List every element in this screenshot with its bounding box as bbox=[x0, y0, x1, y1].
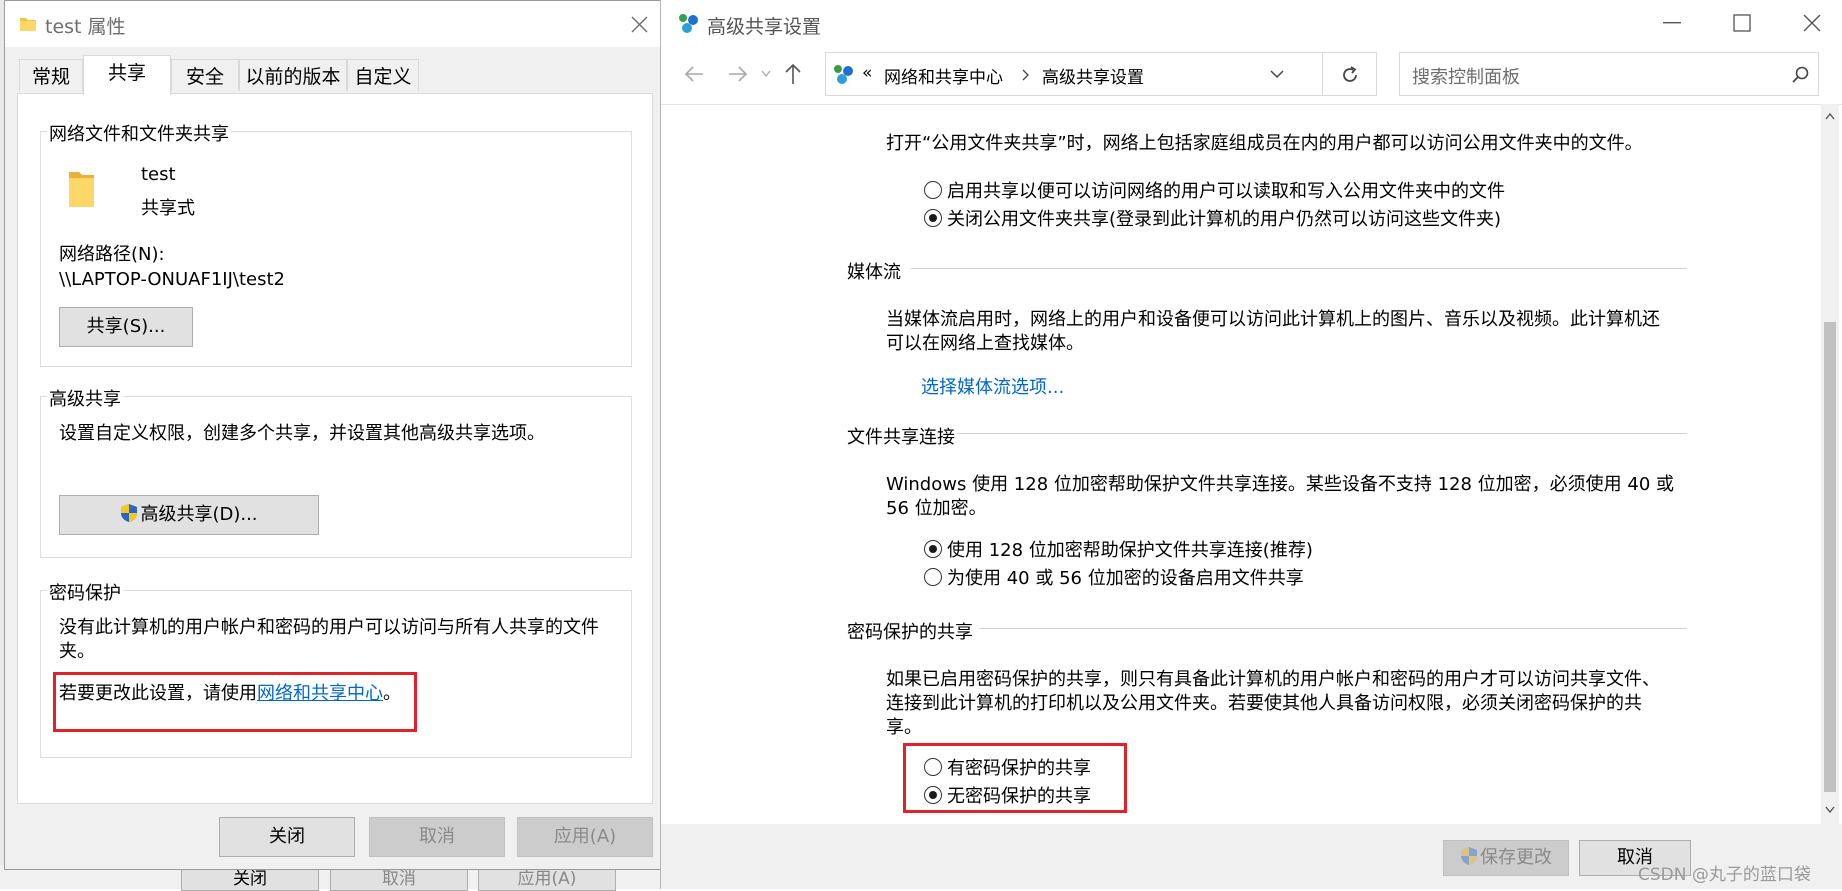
breadcrumb-overflow[interactable]: « bbox=[862, 63, 872, 83]
tab-security[interactable]: 安全 bbox=[171, 59, 239, 91]
apply-button: 应用(A) bbox=[517, 817, 653, 857]
password-sharing-heading: 密码保护的共享 bbox=[847, 622, 973, 643]
advanced-sharing-button[interactable]: 高级共享(D)... bbox=[59, 495, 319, 535]
group-title: 网络文件和文件夹共享 bbox=[47, 120, 231, 146]
tab-general[interactable]: 常规 bbox=[19, 59, 83, 91]
breadcrumb-separator-icon bbox=[1022, 69, 1029, 81]
close-button[interactable]: 关闭 bbox=[219, 817, 355, 857]
scroll-up-icon[interactable] bbox=[1825, 112, 1835, 120]
media-desc-line2: 可以在网络上查找媒体。 bbox=[886, 333, 1084, 354]
file-sharing-desc-line1: Windows 使用 128 位加密帮助保护文件共享连接。某些设备不支持 128… bbox=[886, 474, 1675, 495]
section-divider bbox=[911, 268, 1687, 269]
advanced-sharing-group: 高级共享 设置自定义权限，创建多个共享，并设置其他高级共享选项。 高级共享(D)… bbox=[40, 385, 632, 558]
file-sharing-heading: 文件共享连接 bbox=[847, 427, 955, 448]
file-sharing-desc-line2: 56 位加密。 bbox=[886, 498, 987, 519]
tab-customize[interactable]: 自定义 bbox=[347, 59, 419, 91]
password-desc-line1: 没有此计算机的用户帐户和密码的用户可以访问与所有人共享的文件 bbox=[59, 617, 599, 638]
watermark: CSDN @丸子的蓝口袋 bbox=[1638, 865, 1811, 885]
encryption-128-radio[interactable] bbox=[924, 540, 942, 558]
network-path-value: \\LAPTOP-ONUAF1IJ\test2 bbox=[59, 269, 285, 290]
section-divider bbox=[957, 433, 1687, 434]
password-sharing-desc-line1: 如果已启用密码保护的共享，则只有具备此计算机的用户帐户和密码的用户才可以访问共享… bbox=[886, 669, 1660, 690]
public-sharing-on-radio[interactable] bbox=[924, 181, 942, 199]
network-sharing-group: 网络文件和文件夹共享 test 共享式 网络路径(N): \\LAPTOP-ON… bbox=[40, 120, 632, 367]
tab-previous-versions[interactable]: 以前的版本 bbox=[239, 59, 347, 91]
group-title: 高级共享 bbox=[47, 385, 123, 411]
dialog-title: test 属性 bbox=[45, 16, 126, 38]
encryption-40-56-radio[interactable] bbox=[924, 568, 942, 586]
encryption-40-56-label[interactable]: 为使用 40 或 56 位加密的设备启用文件共享 bbox=[947, 564, 1304, 590]
forward-arrow-icon[interactable] bbox=[727, 64, 749, 84]
back-arrow-icon[interactable] bbox=[683, 64, 705, 84]
advanced-sharing-window: 高级共享设置 « 网络和共享中心 高级共享设置 搜索控制面板 打开“公用文件夹共… bbox=[660, 0, 1842, 889]
vertical-scrollbar[interactable] bbox=[1821, 104, 1839, 824]
advanced-sharing-desc: 设置自定义权限，创建多个共享，并设置其他高级共享选项。 bbox=[59, 423, 545, 444]
refresh-icon bbox=[1343, 66, 1357, 82]
breadcrumb-network-center[interactable]: 网络和共享中心 bbox=[884, 63, 1003, 88]
close-icon[interactable] bbox=[631, 16, 648, 33]
folder-icon bbox=[20, 18, 36, 31]
search-icon bbox=[1792, 66, 1809, 83]
address-dropdown-icon[interactable] bbox=[1270, 70, 1284, 79]
tab-sharing[interactable]: 共享 bbox=[83, 55, 171, 95]
refresh-button[interactable] bbox=[1323, 52, 1377, 96]
share-button[interactable]: 共享(S)... bbox=[59, 307, 193, 347]
properties-dialog: test 属性 常规 共享 安全 以前的版本 自定义 网络文件和文件夹共享 te… bbox=[4, 0, 664, 870]
address-bar[interactable]: « 网络和共享中心 高级共享设置 bbox=[825, 52, 1323, 96]
password-desc-line2: 夹。 bbox=[59, 641, 95, 662]
save-changes-button: 保存更改 bbox=[1443, 840, 1569, 876]
encryption-128-label[interactable]: 使用 128 位加密帮助保护文件共享连接(推荐) bbox=[947, 536, 1313, 562]
settings-content: 打开“公用文件夹共享”时，网络上包括家庭组成员在内的用户都可以访问公用文件夹中的… bbox=[661, 105, 1821, 824]
window-title: 高级共享设置 bbox=[707, 16, 822, 38]
media-streaming-heading: 媒体流 bbox=[847, 262, 901, 283]
recent-pages-chevron-icon[interactable] bbox=[761, 70, 771, 78]
media-desc-line1: 当媒体流启用时，网络上的用户和设备便可以访问此计算机上的图片、音乐以及视频。此计… bbox=[886, 309, 1660, 330]
advanced-sharing-label: 高级共享(D)... bbox=[140, 504, 258, 525]
folder-icon bbox=[69, 172, 94, 207]
password-sharing-desc-line2: 连接到此计算机的打印机以及公用文件夹。若要使其他人具备访问权限，必须关闭密码保护… bbox=[886, 693, 1642, 714]
public-sharing-off-radio[interactable] bbox=[924, 209, 942, 227]
highlight-box bbox=[903, 743, 1127, 813]
breadcrumb-advanced-sharing[interactable]: 高级共享设置 bbox=[1042, 63, 1144, 88]
group-title: 密码保护 bbox=[47, 579, 123, 605]
public-sharing-on-label[interactable]: 启用共享以便可以访问网络的用户可以读取和写入公用文件夹中的文件 bbox=[947, 177, 1505, 203]
save-changes-label: 保存更改 bbox=[1480, 847, 1552, 868]
sharing-tab-panel: 网络文件和文件夹共享 test 共享式 网络路径(N): \\LAPTOP-ON… bbox=[17, 93, 653, 804]
public-folder-desc: 打开“公用文件夹共享”时，网络上包括家庭组成员在内的用户都可以访问公用文件夹中的… bbox=[886, 133, 1643, 154]
highlight-box bbox=[53, 672, 417, 732]
dialog-titlebar: test 属性 bbox=[5, 1, 663, 47]
network-path-label: 网络路径(N): bbox=[59, 244, 165, 265]
shield-icon bbox=[1461, 847, 1477, 865]
shield-icon bbox=[121, 504, 138, 522]
cancel-button: 取消 bbox=[369, 817, 505, 857]
password-sharing-desc-line3: 享。 bbox=[886, 717, 922, 738]
section-divider bbox=[979, 628, 1687, 629]
close-icon[interactable] bbox=[1803, 14, 1821, 32]
search-placeholder: 搜索控制面板 bbox=[1412, 67, 1520, 88]
share-state: 共享式 bbox=[141, 198, 195, 219]
minimize-icon[interactable] bbox=[1663, 22, 1681, 25]
scrollbar-thumb[interactable] bbox=[1824, 322, 1836, 792]
maximize-icon[interactable] bbox=[1733, 14, 1751, 32]
up-arrow-icon[interactable] bbox=[783, 62, 803, 86]
search-box[interactable]: 搜索控制面板 bbox=[1399, 52, 1819, 96]
public-sharing-off-label[interactable]: 关闭公用文件夹共享(登录到此计算机的用户仍然可以访问这些文件夹) bbox=[947, 205, 1501, 231]
scroll-down-icon[interactable] bbox=[1825, 806, 1835, 814]
network-icon bbox=[834, 65, 853, 84]
media-streaming-options-link[interactable]: 选择媒体流选项... bbox=[921, 373, 1064, 399]
network-icon bbox=[679, 14, 698, 33]
folder-name: test bbox=[141, 164, 176, 185]
